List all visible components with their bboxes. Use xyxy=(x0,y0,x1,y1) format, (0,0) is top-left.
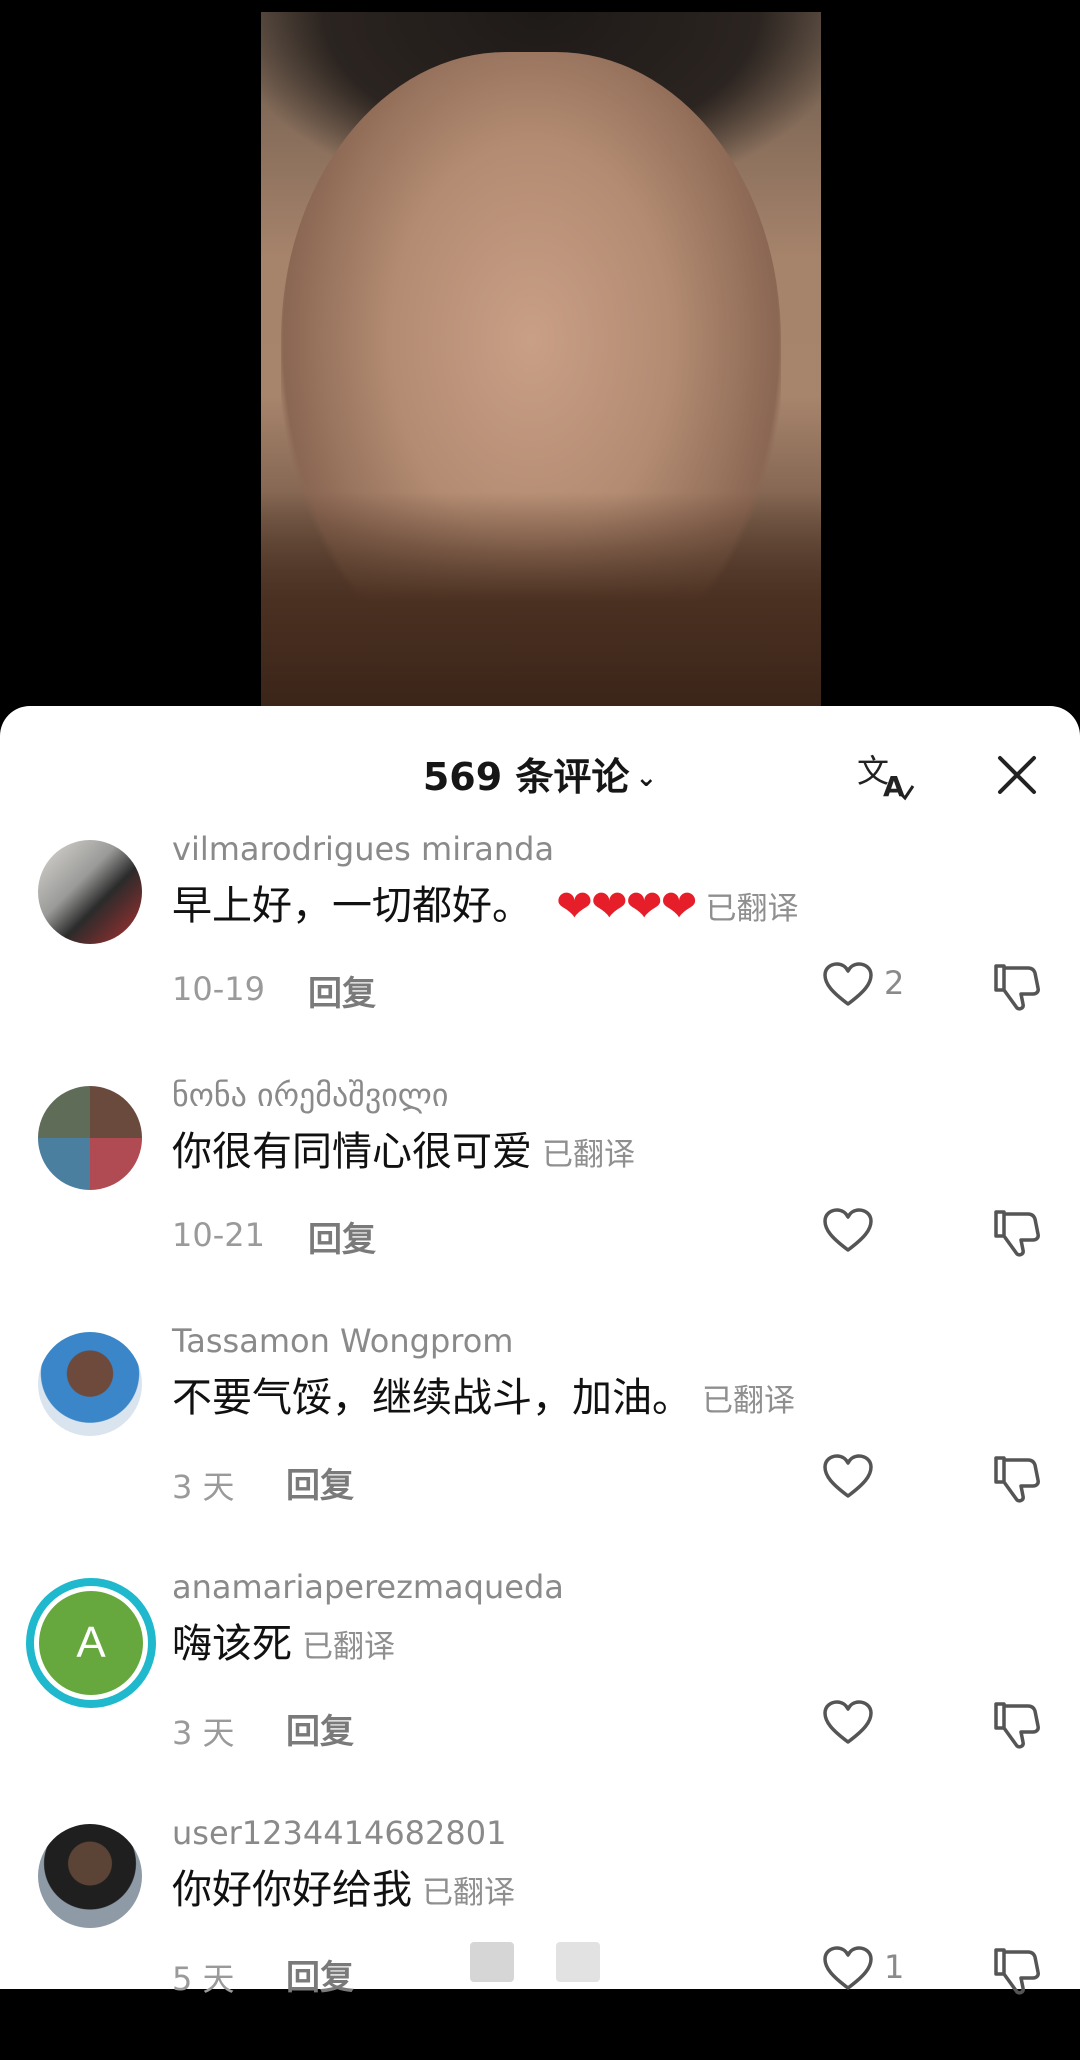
dislike-icon[interactable] xyxy=(990,960,1042,1012)
translated-badge[interactable]: 已翻译 xyxy=(705,891,798,927)
avatar[interactable] xyxy=(38,1086,142,1190)
avatar[interactable] xyxy=(38,840,142,944)
translated-badge[interactable]: 已翻译 xyxy=(542,1137,635,1173)
comment-username[interactable]: ნონა ირემაშვილი xyxy=(172,1076,448,1114)
reply-button[interactable]: 回复 xyxy=(286,1950,354,1999)
comment-text: 你很有同情心很可爱 已翻译 xyxy=(172,1126,635,1181)
translated-badge[interactable]: 已翻译 xyxy=(422,1875,515,1911)
video-frame[interactable] xyxy=(261,12,821,712)
dislike-icon[interactable] xyxy=(990,1452,1042,1504)
reply-button[interactable]: 回复 xyxy=(308,966,376,1015)
comment-username[interactable]: Tassamon Wongprom xyxy=(172,1322,513,1360)
avatar-letter: A xyxy=(39,1591,143,1695)
avatar[interactable] xyxy=(38,1332,142,1436)
comment-text: 嗨该死 已翻译 xyxy=(172,1618,395,1673)
comment-username[interactable]: user1234414682801 xyxy=(172,1814,506,1852)
comment-count-label: 569 条评论 xyxy=(422,755,630,799)
close-icon[interactable] xyxy=(990,748,1044,802)
avatar[interactable] xyxy=(38,1824,142,1928)
comment-date: 10-19 xyxy=(172,970,265,1008)
translated-badge[interactable]: 已翻译 xyxy=(702,1383,795,1419)
video-collar xyxy=(261,492,821,712)
heart-icon[interactable] xyxy=(822,1700,874,1746)
dislike-icon[interactable] xyxy=(990,1206,1042,1258)
comment-item: A anamariaperezmaqueda 嗨该死 已翻译 3 天 回复 xyxy=(0,1568,1080,1814)
heart-icon[interactable] xyxy=(822,1208,874,1254)
comment-text: 不要气馁，继续战斗，加油。 已翻译 xyxy=(172,1372,795,1427)
comment-username[interactable]: vilmarodrigues miranda xyxy=(172,830,554,868)
translated-badge[interactable]: 已翻译 xyxy=(302,1629,395,1665)
comment-date: 10-21 xyxy=(172,1216,265,1254)
comment-count-title[interactable]: 569 条评论 ⌄ xyxy=(0,746,1080,801)
heart-emoji: ❤❤❤❤ xyxy=(556,881,697,932)
reply-button[interactable]: 回复 xyxy=(286,1458,354,1507)
dislike-icon[interactable] xyxy=(990,1698,1042,1750)
comment-item: user1234414682801 你好你好给我 已翻译 5 天 回复 1 xyxy=(0,1814,1080,2060)
comments-header: 569 条评论 ⌄ 文 A xyxy=(0,706,1080,818)
comment-body: 早上好，一切都好。 xyxy=(172,883,532,929)
comment-item: Tassamon Wongprom 不要气馁，继续战斗，加油。 已翻译 3 天 回… xyxy=(0,1322,1080,1568)
blurred-placeholder xyxy=(556,1942,600,1982)
comment-date: 5 天 xyxy=(172,1960,235,1998)
comment-item: ნონა ირემაშვილი 你很有同情心很可爱 已翻译 10-21 回复 xyxy=(0,1076,1080,1322)
reply-button[interactable]: 回复 xyxy=(308,1212,376,1261)
avatar-ring-gap: A xyxy=(34,1586,148,1700)
like-count: 1 xyxy=(884,1948,905,1986)
blurred-placeholder xyxy=(470,1942,514,1982)
comment-date: 3 天 xyxy=(172,1468,235,1506)
comment-text: 早上好，一切都好。 ❤❤❤❤ 已翻译 xyxy=(172,880,798,935)
comment-body: 你很有同情心很可爱 xyxy=(172,1129,532,1175)
heart-icon[interactable] xyxy=(822,1454,874,1500)
comment-body: 你好你好给我 xyxy=(172,1867,412,1913)
comments-sheet: 569 条评论 ⌄ 文 A vilmarodrigues miranda 早上好，… xyxy=(0,706,1080,1998)
comment-body: 不要气馁，继续战斗，加油。 xyxy=(172,1375,692,1421)
comment-username[interactable]: anamariaperezmaqueda xyxy=(172,1568,564,1606)
chevron-down-icon: ⌄ xyxy=(635,763,658,793)
dislike-icon[interactable] xyxy=(990,1944,1042,1996)
heart-icon[interactable] xyxy=(822,962,874,1008)
translate-icon[interactable]: 文 A xyxy=(855,748,915,804)
like-count: 2 xyxy=(884,964,905,1002)
heart-icon[interactable] xyxy=(822,1946,874,1992)
comment-item: vilmarodrigues miranda 早上好，一切都好。 ❤❤❤❤ 已翻译 … xyxy=(0,830,1080,1076)
comment-text: 你好你好给我 已翻译 xyxy=(172,1864,515,1919)
comment-date: 3 天 xyxy=(172,1714,235,1752)
reply-button[interactable]: 回复 xyxy=(286,1704,354,1753)
avatar[interactable]: A xyxy=(26,1578,156,1708)
comment-body: 嗨该死 xyxy=(172,1621,292,1667)
svg-text:A: A xyxy=(883,770,905,803)
